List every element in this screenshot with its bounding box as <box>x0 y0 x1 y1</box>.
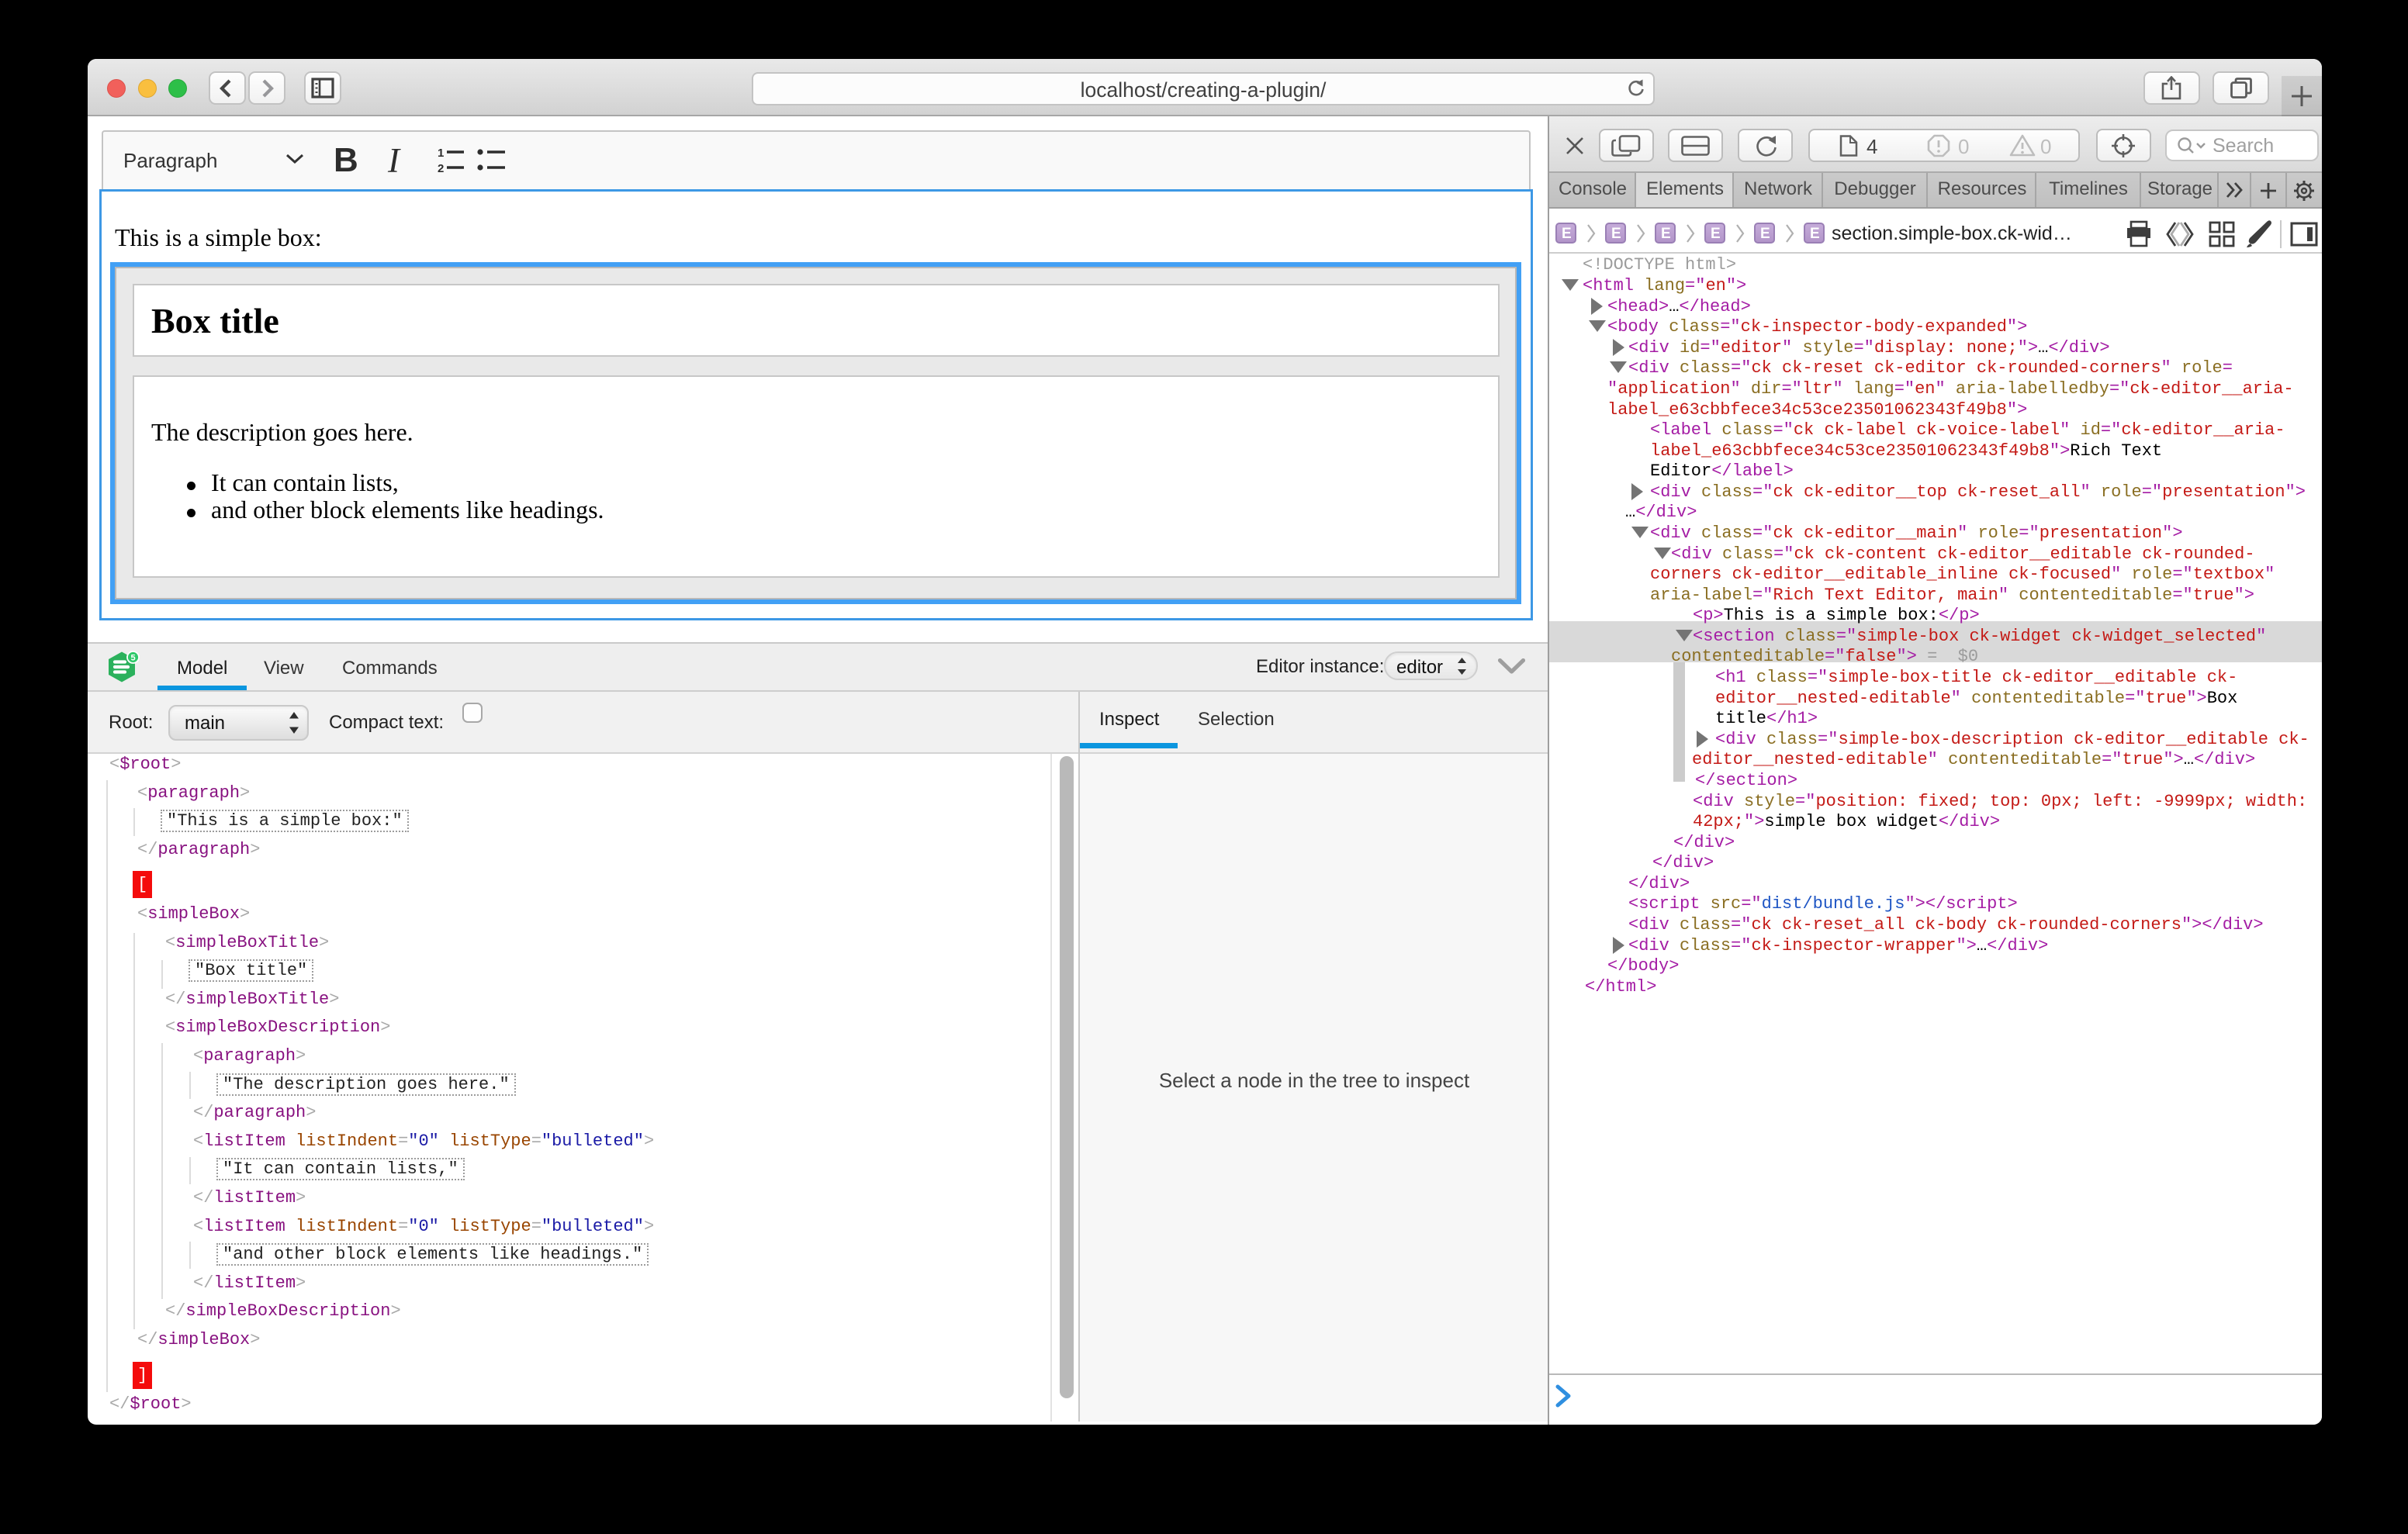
svg-text:5: 5 <box>130 654 135 663</box>
svg-text:1: 1 <box>438 147 444 160</box>
svg-text:2: 2 <box>438 162 444 175</box>
